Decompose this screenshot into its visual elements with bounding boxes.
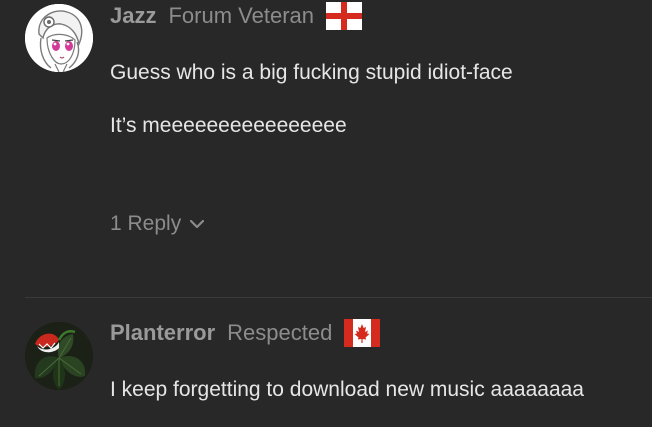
- avatar[interactable]: [25, 4, 93, 72]
- username[interactable]: Jazz: [110, 3, 156, 29]
- comment-header: Planterror Respected: [110, 318, 381, 348]
- comment: Planterror Respected I keep forgetting t…: [0, 298, 652, 427]
- replies-toggle-button[interactable]: 1 Reply: [110, 212, 205, 236]
- anime-girl-avatar-icon: [25, 4, 93, 72]
- comment-text: Guess who is a big fucking stupid idiot-…: [110, 61, 513, 84]
- comment-thread: Jazz Forum Veteran Guess who is a big fu…: [0, 0, 652, 427]
- replies-count-label: 1 Reply: [110, 212, 182, 235]
- comment-header: Jazz Forum Veteran: [110, 2, 362, 30]
- comment-text: It’s meeeeeeeeeeeeeeee: [110, 114, 347, 137]
- chevron-down-icon: [190, 219, 205, 229]
- plant-creature-avatar-icon: [25, 322, 93, 390]
- username[interactable]: Planterror: [110, 320, 215, 346]
- avatar[interactable]: [25, 322, 93, 390]
- comment-text: I keep forgetting to download new music …: [110, 378, 584, 401]
- comment: Jazz Forum Veteran Guess who is a big fu…: [0, 0, 652, 298]
- england-flag-icon: [326, 2, 362, 30]
- canada-flag-icon: [344, 319, 381, 347]
- user-rank: Forum Veteran: [168, 3, 314, 28]
- user-rank: Respected: [227, 320, 333, 345]
